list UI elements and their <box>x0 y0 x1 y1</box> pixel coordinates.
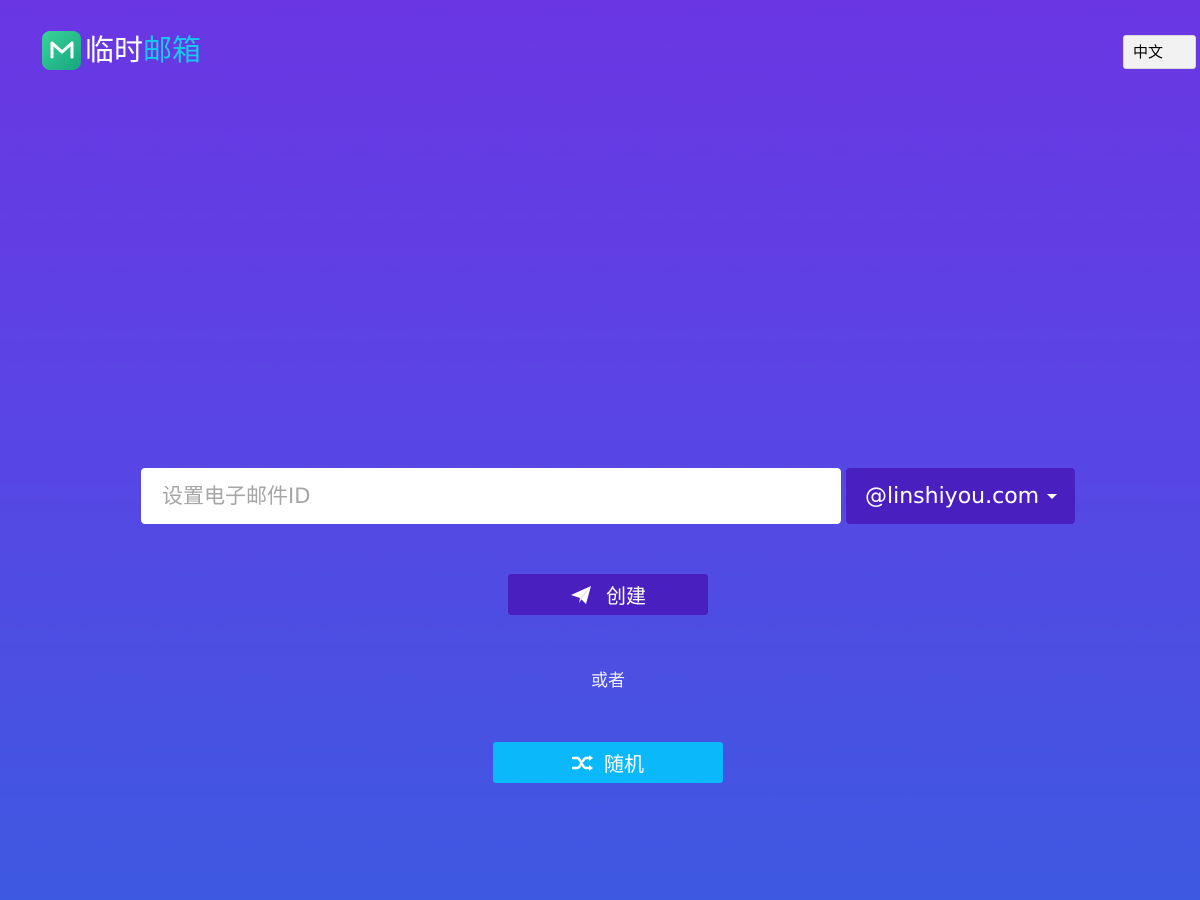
shuffle-icon <box>572 754 594 772</box>
mail-logo-icon <box>42 30 81 70</box>
paper-plane-icon <box>570 585 592 605</box>
logo-text-primary: 临时 <box>85 33 144 67</box>
caret-down-icon <box>1047 494 1057 499</box>
site-logo[interactable]: 临时邮箱 <box>42 30 201 70</box>
or-divider-text: 或者 <box>591 671 625 691</box>
domain-select-value: @linshiyou.com <box>865 483 1040 509</box>
language-select-value: 中文 <box>1133 43 1164 61</box>
create-button[interactable]: 创建 <box>508 574 708 615</box>
random-button-label: 随机 <box>604 752 644 776</box>
language-select[interactable]: 中文 <box>1123 35 1196 69</box>
email-id-input[interactable] <box>141 468 841 524</box>
logo-text: 临时邮箱 <box>85 30 201 70</box>
random-button[interactable]: 随机 <box>493 742 723 783</box>
domain-select[interactable]: @linshiyou.com <box>846 468 1075 524</box>
create-button-label: 创建 <box>606 584 646 608</box>
logo-text-accent: 邮箱 <box>143 33 202 67</box>
